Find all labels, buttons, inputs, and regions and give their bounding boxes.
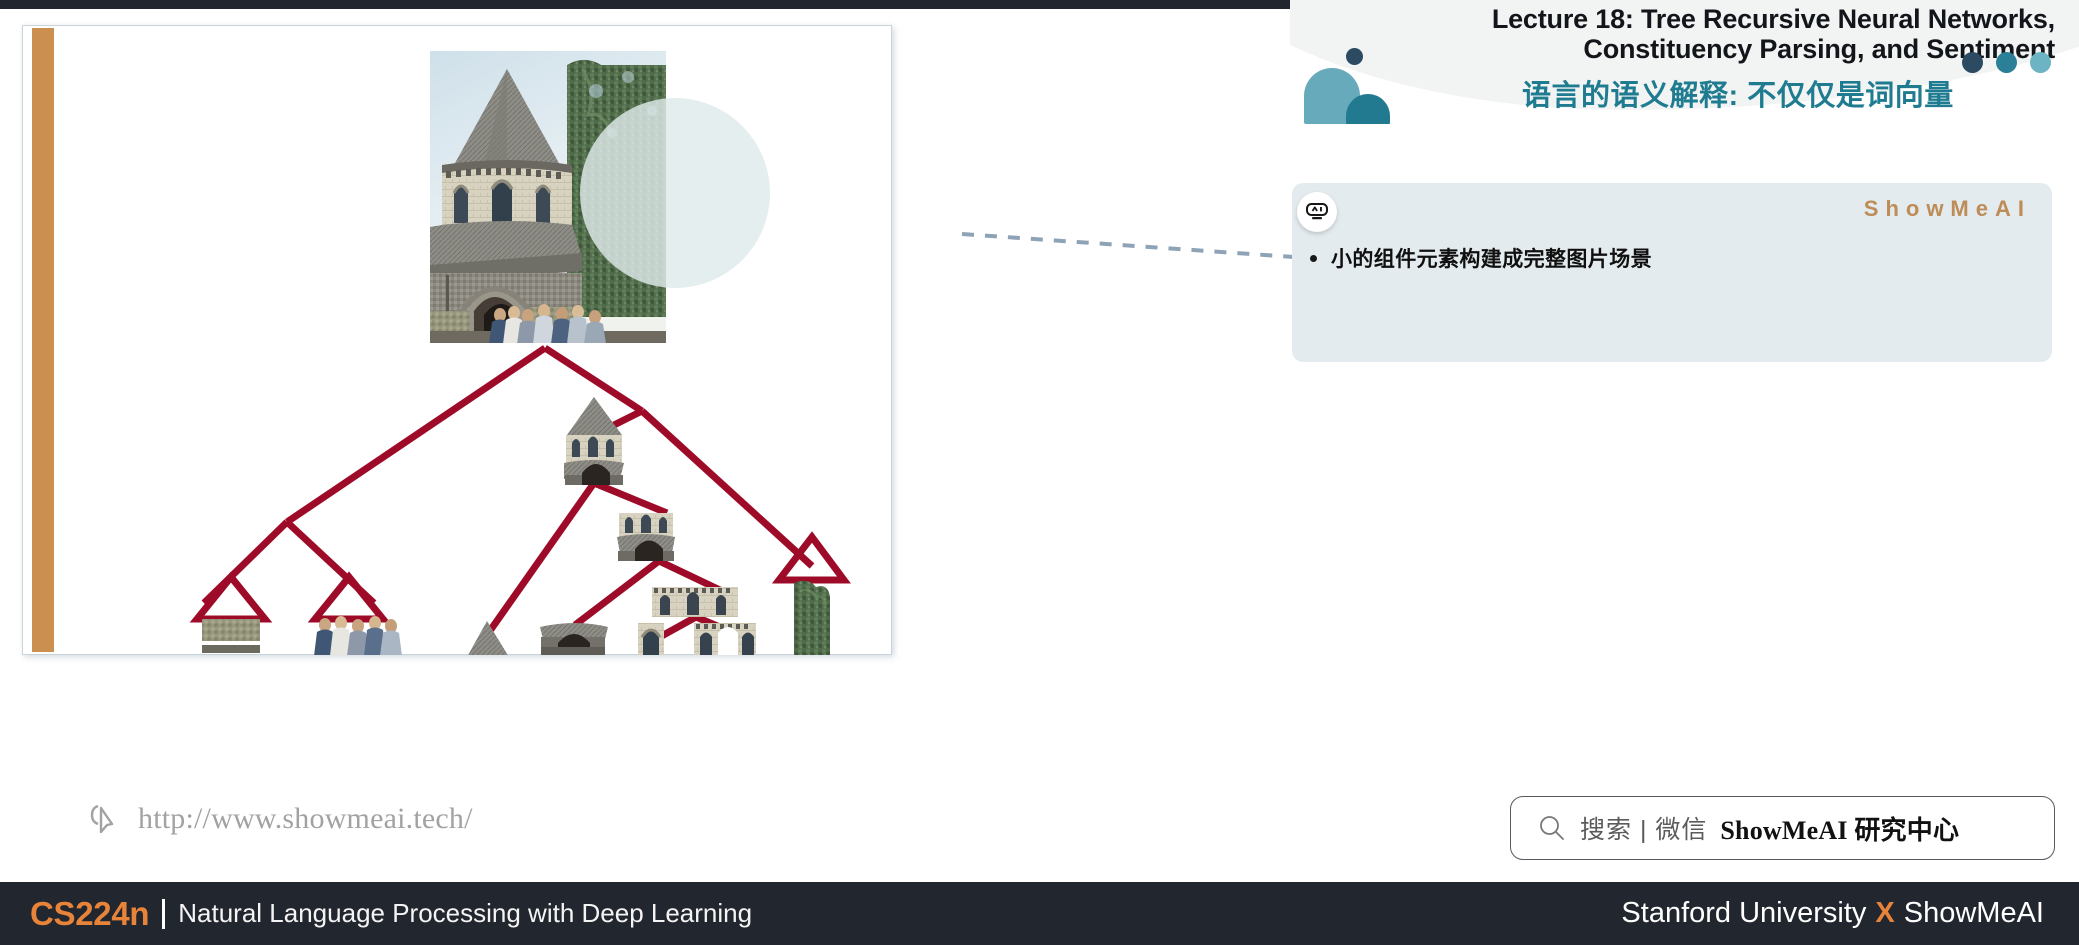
tree-leaf-arch-segment: [540, 623, 608, 657]
lecture-title-line1: Lecture 18: Tree Recursive Neural Networ…: [1491, 4, 2055, 34]
top-dark-rail: [0, 0, 1305, 9]
tree-node-arcade: [652, 587, 738, 617]
parse-tree-figure: [22, 25, 892, 668]
bullet-dot-icon: [1310, 255, 1317, 262]
tree-leaf-cone-roof: [467, 621, 509, 664]
tree-leaf-arcade-pair: [694, 623, 756, 657]
header-dot-3-icon: [2030, 52, 2051, 73]
accent-overlay-circle: [580, 98, 770, 288]
watermark-url: http://www.showmeai.tech/: [138, 802, 473, 835]
footer-university: Stanford University: [1621, 897, 1867, 929]
callout-brand-logo: ShowMeAI: [1863, 196, 2031, 221]
slide-root: http://www.showmeai.tech/ Lecture 18: Tr…: [0, 0, 2079, 945]
callout-bullet-item: 小的组件元素构建成完整图片场景: [1310, 243, 1652, 273]
tree-leaf-foliage: [794, 580, 830, 668]
tree-leaf-people: [314, 616, 402, 656]
tree-edges: [189, 345, 851, 647]
header-dots-group: [1962, 52, 2051, 73]
dashed-leader-line: [961, 232, 1309, 260]
footer-course-name: Natural Language Processing with Deep Le…: [178, 898, 753, 928]
header-zone: Lecture 18: Tree Recursive Neural Networ…: [1290, 0, 2079, 168]
cursor-pointer-icon: [90, 804, 114, 834]
tree-leaf-window: [638, 623, 664, 657]
header-dot-1-icon: [1962, 52, 1983, 73]
tree-node-drum: [617, 513, 675, 561]
search-label: 搜索 | 微信: [1580, 816, 1708, 844]
footer-course: CS224n Natural Language Processing with …: [30, 895, 752, 933]
footer-course-code: CS224n: [30, 894, 150, 932]
footer-bar: CS224n Natural Language Processing with …: [0, 882, 2079, 945]
decor-navy-dot-icon: [1346, 48, 1363, 65]
footer-credits: Stanford University X ShowMeAI: [1621, 897, 2044, 930]
tree-node-tower-large: [564, 397, 624, 485]
footer-divider: [162, 898, 166, 929]
footer-x-separator: X: [1875, 897, 1895, 929]
search-brand: ShowMeAI 研究中心: [1720, 815, 1960, 845]
callout-bullet-text: 小的组件元素构建成完整图片场景: [1331, 248, 1652, 271]
ai-robot-icon: [1297, 192, 1337, 232]
watermark: http://www.showmeai.tech/: [88, 800, 473, 838]
chinese-subtitle: 语言的语义解释: 不仅仅是词向量: [1522, 80, 1954, 112]
header-dot-2-icon: [1996, 52, 2017, 73]
decor-dome-small-icon: [1346, 94, 1390, 124]
wechat-search-box[interactable]: 搜索 | 微信 ShowMeAI 研究中心: [1510, 796, 2055, 860]
callout-connector-line: [960, 228, 1310, 268]
lecture-title: Lecture 18: Tree Recursive Neural Networ…: [1355, 4, 2055, 64]
tree-leaf-bush: [202, 619, 260, 653]
figure-svg: [189, 51, 851, 668]
footer-brand: ShowMeAI: [1903, 897, 2044, 929]
search-icon: [1540, 816, 1564, 840]
lecture-title-line2: Constituency Parsing, and Sentiment: [1583, 34, 2055, 65]
